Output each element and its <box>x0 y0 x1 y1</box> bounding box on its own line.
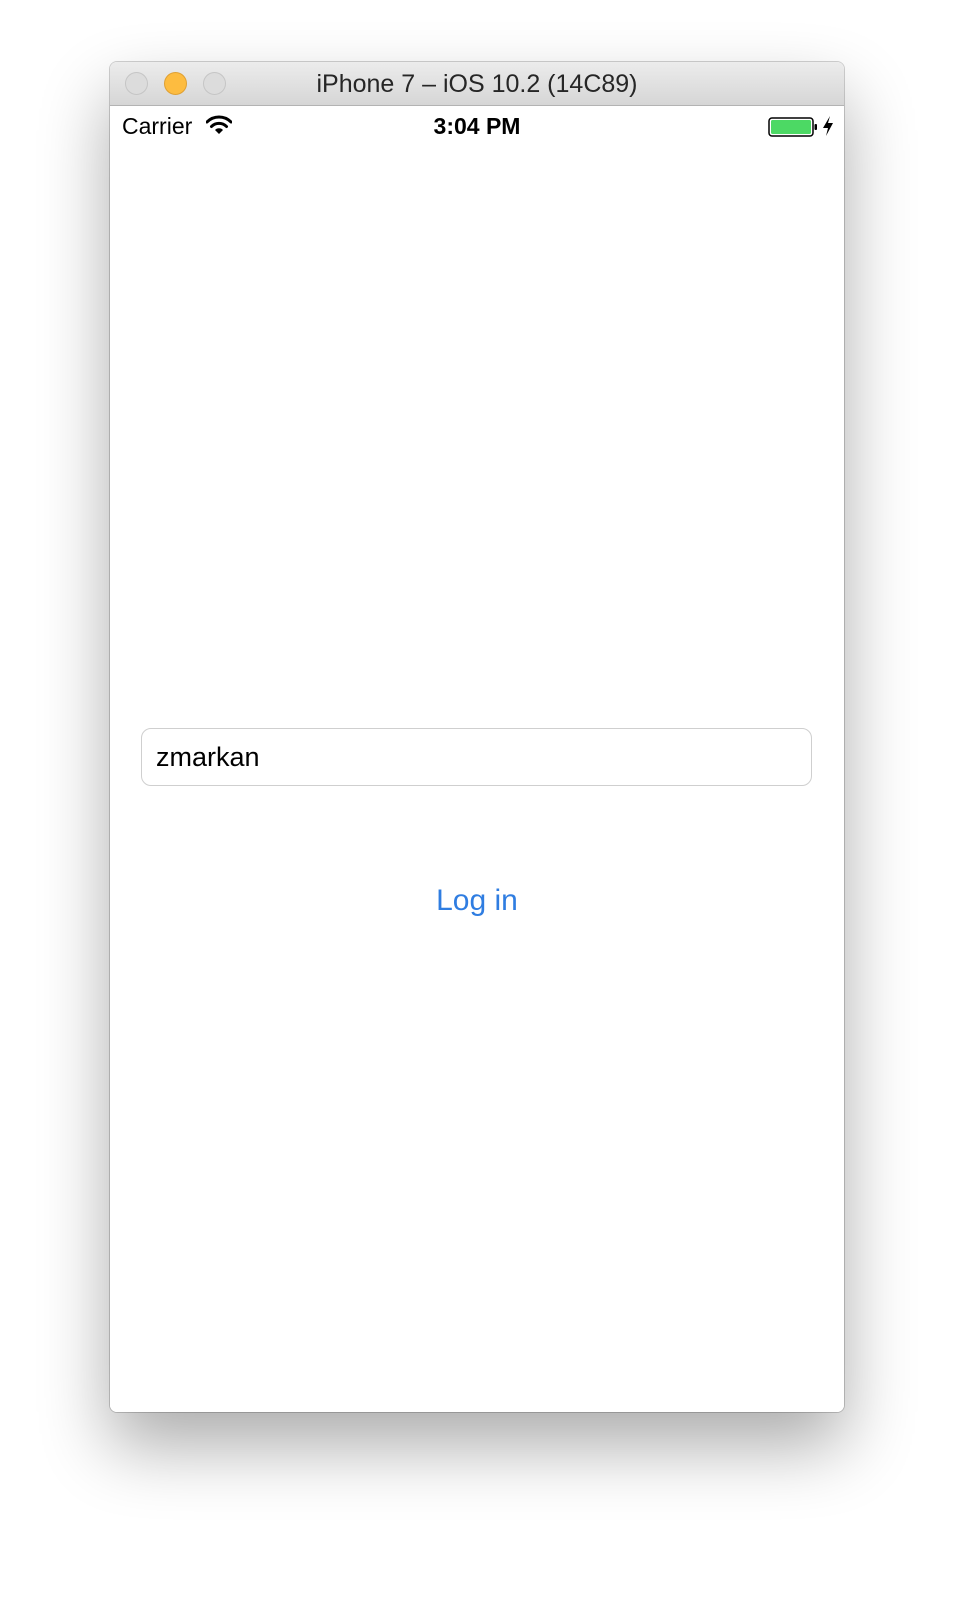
status-bar: Carrier 3:04 PM <box>110 106 844 146</box>
window-titlebar[interactable]: iPhone 7 – iOS 10.2 (14C89) <box>110 62 844 106</box>
battery-icon <box>768 117 817 137</box>
username-field[interactable] <box>141 728 812 786</box>
status-time: 3:04 PM <box>433 113 521 139</box>
device-screen: Carrier 3:04 PM Log in <box>110 106 844 1412</box>
login-button[interactable]: Log in <box>110 884 844 918</box>
window-title: iPhone 7 – iOS 10.2 (14C89) <box>316 70 638 98</box>
charging-bolt-icon <box>823 116 833 136</box>
simulator-window: iPhone 7 – iOS 10.2 (14C89) Carrier 3:04… <box>110 62 844 1412</box>
